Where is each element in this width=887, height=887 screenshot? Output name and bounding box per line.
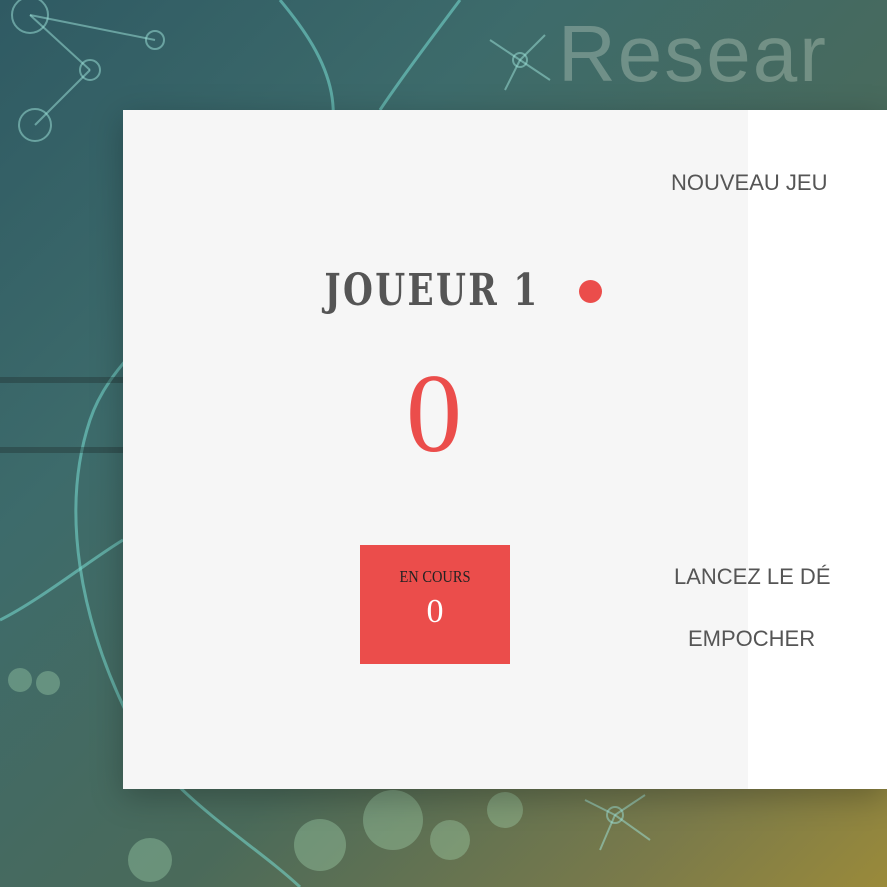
background-research-text: Resear	[558, 9, 828, 98]
new-game-button[interactable]: NOUVEAU JEU	[671, 170, 827, 196]
current-score: 0	[426, 593, 444, 630]
player-1-panel: JOUEUR 1 0 EN COURS 0	[123, 110, 748, 789]
hold-button[interactable]: EMPOCHER	[688, 626, 815, 652]
current-label: EN COURS	[399, 567, 471, 586]
player-score: 0	[406, 352, 462, 476]
current-score-box: EN COURS 0	[360, 545, 510, 664]
game-panel: JOUEUR 1 0 EN COURS 0 NOUVEAU JEU LANCEZ…	[123, 110, 887, 789]
active-player-indicator	[579, 280, 602, 303]
roll-dice-button[interactable]: LANCEZ LE DÉ	[674, 564, 831, 590]
